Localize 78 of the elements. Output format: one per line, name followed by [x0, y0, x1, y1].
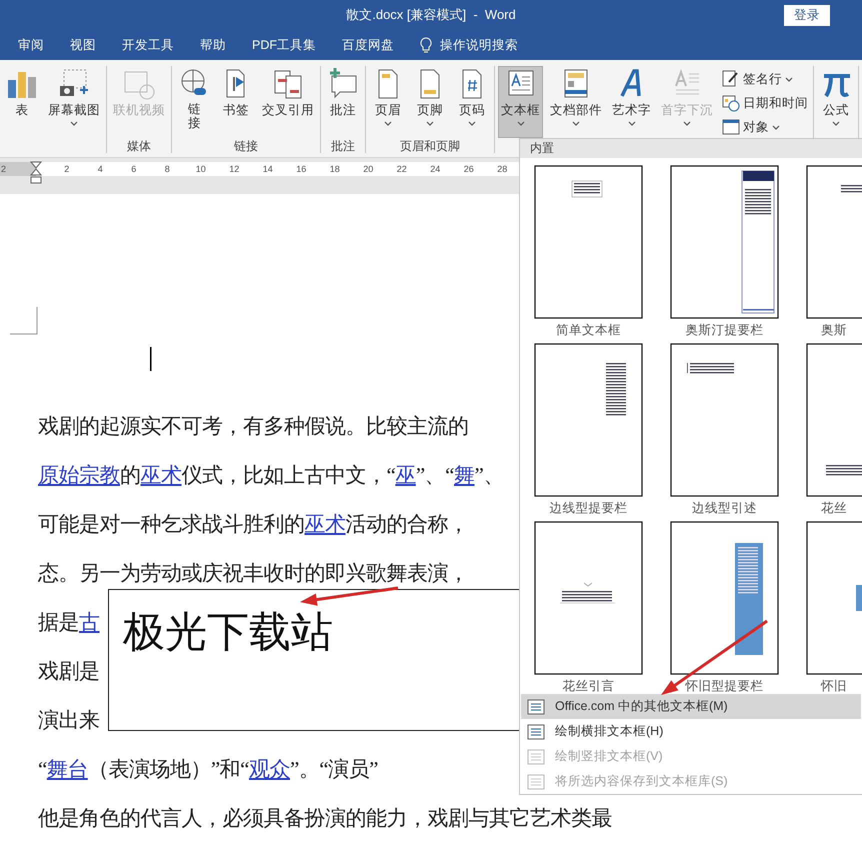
margin-corner-mark — [10, 307, 38, 335]
window-title: 散文.docx [兼容模式] - Word — [346, 6, 516, 24]
group-label: 链接 — [234, 138, 258, 154]
text-box-text: 极光下载站 — [123, 608, 333, 655]
ribbon-button[interactable]: 对象 — [720, 116, 810, 138]
ribbon-button[interactable]: 签名行 — [720, 68, 810, 90]
section-title: 内置 — [530, 140, 554, 157]
template-label: 简单文本框 — [556, 322, 621, 338]
ribbon-button[interactable]: 文档部件 — [547, 66, 605, 138]
text-cursor — [150, 347, 152, 371]
template-label: 花丝 — [821, 500, 847, 516]
ribbon-button[interactable]: 公式 — [817, 66, 855, 138]
body-text: 态。另一为劳动或庆祝丰收时的即兴歌舞表演， — [38, 561, 468, 585]
template-label: 边线型提要栏 — [550, 500, 628, 516]
template-thumbnail[interactable] — [806, 343, 862, 497]
ribbon-button[interactable]: 页脚 — [411, 66, 449, 138]
ribbon-button[interactable]: 交叉引用 — [259, 66, 317, 138]
body-text: 他是角色的代言人，必须具备扮演的能力，戏剧与其它艺术类最 — [38, 806, 612, 830]
template-thumbnail[interactable] — [534, 521, 643, 675]
ribbon-tab[interactable]: 视图 — [70, 36, 110, 54]
group-label: 批注 — [331, 138, 355, 154]
template-thumbnail[interactable] — [806, 521, 862, 675]
ribbon-tab[interactable]: 开发工具 — [122, 36, 188, 54]
lightbulb-icon — [420, 37, 432, 53]
text-box-icon — [527, 724, 545, 740]
template-thumbnail[interactable] — [806, 165, 862, 319]
template-thumbnail[interactable] — [534, 343, 643, 497]
link[interactable]: 舞台 — [46, 757, 88, 781]
object-icon — [722, 118, 740, 136]
ribbon-button[interactable]: 链接 — [175, 66, 213, 138]
ribbon-tab[interactable]: 帮助 — [200, 36, 240, 54]
template-label: 花丝引言 — [562, 678, 614, 694]
menu-item: 绘制竖排文本框(V) — [521, 744, 861, 769]
link[interactable]: 巫术 — [304, 512, 346, 536]
ribbon-button[interactable]: 书签 — [217, 66, 255, 138]
cross-reference-icon — [272, 68, 304, 100]
link[interactable]: 古 — [79, 610, 100, 634]
group-label: 页眉和页脚 — [400, 138, 460, 154]
link[interactable]: 巫术 — [140, 463, 182, 487]
ribbon-tab[interactable]: 百度网盘 — [342, 36, 408, 54]
ribbon-button[interactable]: 批注 — [324, 66, 362, 138]
ribbon-button[interactable]: 艺术字 — [609, 66, 654, 138]
ribbon-button[interactable]: 页码 — [453, 66, 491, 138]
calendar-clock-icon — [722, 94, 740, 112]
ribbon-button[interactable]: 表 — [3, 66, 41, 138]
body-text: “舞台（表演场地）”和“观众”。“演员” — [38, 757, 378, 781]
body-text: 戏剧是 — [38, 659, 100, 683]
link[interactable]: 舞 — [454, 463, 474, 487]
body-text: 原始宗教的巫术仪式，比如上古中文，“巫”、“舞”、 — [38, 463, 504, 487]
login-button[interactable]: 登录 — [784, 5, 830, 26]
ribbon-button[interactable]: 文本框 — [498, 66, 543, 138]
template-label: 奥斯汀提要栏 — [686, 322, 764, 338]
link[interactable]: 观众 — [248, 757, 290, 781]
ribbon-button[interactable]: 日期和时间 — [720, 92, 810, 114]
ribbon-button[interactable]: 页眉 — [369, 66, 407, 138]
template-thumbnail[interactable] — [534, 165, 643, 319]
link[interactable]: 巫 — [395, 463, 416, 487]
template-thumbnail[interactable] — [670, 165, 779, 319]
body-text: 戏剧的起源实不可考，有多种假说。比较主流的 — [38, 414, 468, 438]
search-hint[interactable]: 操作说明搜索 — [440, 36, 518, 54]
ribbon-button[interactable]: 屏幕截图 — [45, 66, 103, 138]
template-label: 边线型引述 — [692, 500, 757, 516]
signature-icon — [722, 70, 740, 88]
comment-icon — [327, 68, 359, 100]
template-thumbnail[interactable] — [670, 521, 779, 675]
body-text: 可能是对一种乞求战斗胜利的巫术活动的合称， — [38, 512, 468, 536]
menu-item[interactable]: Office.com 中的其他文本框(M) — [521, 694, 861, 719]
template-label: 怀旧 — [821, 678, 847, 694]
link[interactable]: 原始宗教 — [38, 463, 120, 487]
template-thumbnail[interactable] — [670, 343, 779, 497]
body-text: 据是古 — [38, 610, 100, 634]
menu-item: 将所选内容保存到文本框库(S) — [521, 769, 861, 794]
body-text: 演出来 — [38, 708, 100, 732]
template-label: 怀旧型提要栏 — [686, 678, 764, 694]
group-label: 媒体 — [127, 138, 151, 154]
ribbon-tab[interactable]: 审阅 — [18, 36, 58, 54]
template-label: 奥斯 — [821, 322, 847, 338]
ribbon-tab[interactable]: PDF工具集 — [252, 36, 330, 54]
